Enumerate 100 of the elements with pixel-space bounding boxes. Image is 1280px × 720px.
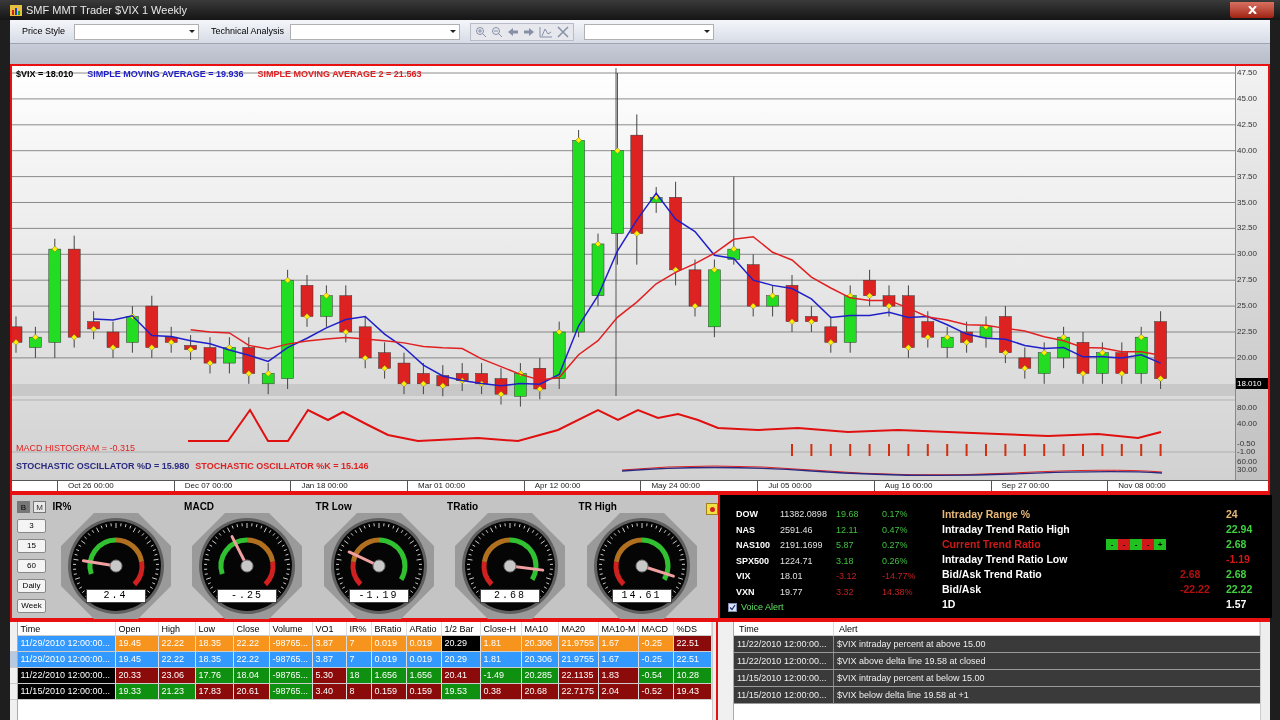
- period-button[interactable]: M: [33, 501, 46, 513]
- dropdown[interactable]: [584, 23, 714, 40]
- table-cell: 22.51: [673, 636, 712, 651]
- scrollbar[interactable]: [711, 622, 716, 720]
- column-header[interactable]: IR%: [346, 622, 372, 635]
- quote-symbol: SPX500: [735, 554, 771, 568]
- technical-analysis-dropdown[interactable]: [290, 23, 460, 40]
- table-cell: 19.33: [115, 684, 159, 699]
- price-style-dropdown[interactable]: [74, 23, 199, 40]
- dot-icon: [709, 506, 715, 512]
- column-header[interactable]: MA10: [521, 622, 559, 635]
- gauge-readout: -1.19: [348, 589, 409, 603]
- price-axis-label: 40.00: [1237, 145, 1258, 155]
- stat-label: Bid/Ask Trend Ratio: [942, 566, 1042, 582]
- last-price-label: 18.010: [1236, 378, 1268, 389]
- column-header[interactable]: Time: [17, 622, 116, 635]
- stat-label: Intraday Trend Ratio High: [942, 521, 1070, 537]
- table-cell: -0.25: [638, 636, 674, 651]
- table-cell: 1.81: [480, 652, 522, 667]
- table-cell: 1.81: [480, 636, 522, 651]
- date-axis-label: Oct 26 00:00: [57, 481, 174, 491]
- date-axis-label: Jul 05 00:00: [757, 481, 874, 491]
- table-cell: 0.38: [480, 684, 522, 699]
- table-cell: 0.019: [406, 636, 442, 651]
- column-header[interactable]: Low: [195, 622, 234, 635]
- table-cell: 2.04: [598, 684, 639, 699]
- price-axis-label: 45.00: [1237, 93, 1258, 103]
- arrow-left-icon[interactable]: [507, 25, 519, 38]
- column-header[interactable]: VO1: [312, 622, 347, 635]
- trend-box: -: [1118, 539, 1130, 550]
- close-button[interactable]: [1230, 2, 1274, 18]
- stat-value: 2.68: [1226, 566, 1248, 582]
- table-cell: 3.40: [312, 684, 347, 699]
- price-axis-label: 25.00: [1237, 301, 1258, 311]
- date-axis-label: May 24 00:00: [640, 481, 758, 491]
- column-header[interactable]: BRatio: [371, 622, 407, 635]
- table-cell: 3.87: [312, 636, 347, 651]
- quote-price: 1224.71: [780, 554, 814, 568]
- table-cell-text: $VIX intraday percent at below 15.00: [836, 672, 986, 685]
- table-cell: -0.25: [638, 652, 674, 667]
- column-header[interactable]: MA10-M: [598, 622, 639, 635]
- price-axis-label: 42.50: [1237, 119, 1258, 129]
- table-cell: 22.22: [158, 652, 196, 667]
- period-button[interactable]: B: [17, 501, 30, 513]
- gauge-label: TR High: [578, 501, 618, 513]
- macd-label: MACD HISTOGRAM = -0.315: [16, 442, 136, 455]
- table-cell: 20.68: [521, 684, 559, 699]
- quote-percent: 0.47%: [882, 523, 909, 537]
- trend-box: +: [1154, 539, 1166, 550]
- options-button[interactable]: [706, 503, 718, 515]
- table-cell: 22.7175: [558, 684, 599, 699]
- column-header[interactable]: Close: [233, 622, 270, 635]
- period-button[interactable]: 3: [17, 519, 46, 533]
- table-cell: -1.49: [480, 668, 522, 683]
- table-cell: -98765...: [269, 636, 313, 651]
- quote-change: 5.87: [836, 539, 855, 552]
- table-cell-text: $VIX above delta line 19.58 at closed: [836, 655, 987, 668]
- column-header[interactable]: Open: [115, 622, 159, 635]
- table-cell: 11/29/2010 12:00:00...: [17, 652, 116, 667]
- voice-alert-label: Voice Alert: [741, 601, 784, 614]
- column-header[interactable]: MA20: [558, 622, 599, 635]
- voice-alert-checkbox[interactable]: [728, 603, 737, 613]
- stat-value: 2.68: [1226, 536, 1248, 552]
- period-button[interactable]: Daily: [17, 579, 46, 593]
- quote-price: 11382.0898: [780, 508, 828, 521]
- scrollbar[interactable]: [1260, 622, 1270, 720]
- column-header[interactable]: 1/2 Bar: [441, 622, 481, 635]
- table-cell: 11/29/2010 12:00:00...: [17, 636, 116, 651]
- arrow-right-icon[interactable]: [523, 25, 535, 38]
- zoom-out-icon[interactable]: [491, 25, 503, 38]
- chart-legend-label: SIMPLE MOVING AVERAGE 2 = 21.563: [257, 68, 422, 81]
- column-header[interactable]: Time: [734, 622, 834, 635]
- period-button[interactable]: Week: [17, 599, 46, 613]
- period-button[interactable]: 15: [17, 539, 46, 553]
- gauge-label: TRatio: [447, 501, 480, 513]
- column-header[interactable]: MACD: [638, 622, 674, 635]
- column-header[interactable]: Volume: [269, 622, 313, 635]
- zoom-in-icon[interactable]: [475, 25, 487, 38]
- column-header[interactable]: %DS: [673, 622, 712, 635]
- price-axis-label: 47.50: [1237, 68, 1258, 77]
- column-header[interactable]: High: [158, 622, 196, 635]
- stat-label: Bid/Ask: [942, 581, 982, 597]
- checkmark-icon: [729, 604, 736, 612]
- table-cell: 0.159: [371, 684, 407, 699]
- chart-legend-label: SIMPLE MOVING AVERAGE = 19.936: [87, 68, 244, 81]
- table-cell: 18: [346, 668, 372, 683]
- stat-label: Intraday Range %: [942, 506, 1031, 522]
- table-cell: 1.67: [598, 652, 639, 667]
- chart-legend-label: $VIX = 18.010: [16, 68, 74, 81]
- table-cell: 7: [346, 652, 372, 667]
- period-button[interactable]: 60: [17, 559, 46, 573]
- close-icon[interactable]: [557, 25, 569, 38]
- column-header[interactable]: Close-H: [480, 622, 522, 635]
- chart-icon[interactable]: [539, 25, 553, 38]
- price-style-label: Price Style: [22, 24, 66, 38]
- stochastic-label: STOCHASTIC OSCILLATOR %D = 15.980: [16, 460, 190, 473]
- quote-change: -3.12: [836, 570, 858, 583]
- column-header[interactable]: ARatio: [406, 622, 442, 635]
- table-cell: 0.019: [406, 652, 442, 667]
- quote-symbol: VXN: [735, 585, 756, 599]
